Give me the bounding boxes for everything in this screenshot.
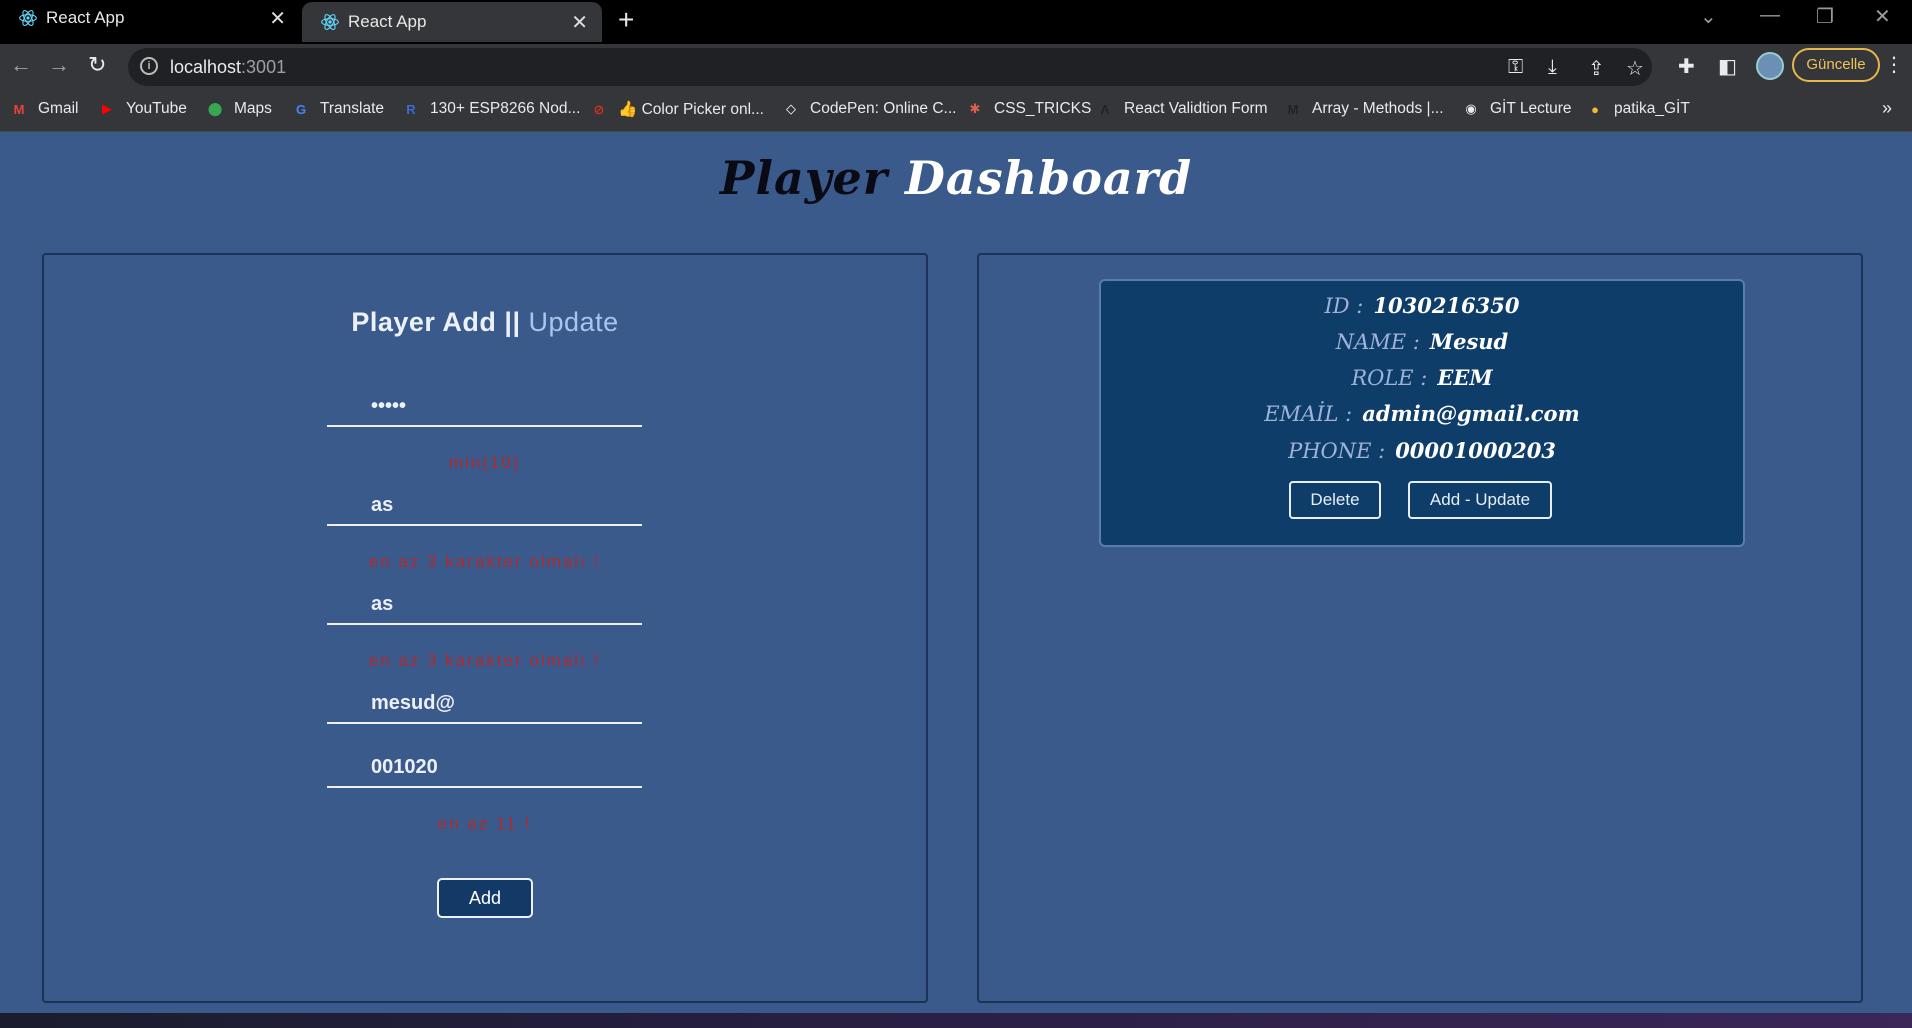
email-field[interactable]: [327, 672, 642, 724]
share-icon[interactable]: ⇪: [1588, 56, 1605, 81]
bookmark-label: YouTube: [126, 100, 187, 117]
player-list-panel: ID :1030216350 NAME : Mesud ROLE : EEM EMA…: [977, 253, 1863, 1003]
bookmark-item[interactable]: ⊘ 👍 Color Picker onl...: [590, 100, 764, 119]
close-icon[interactable]: ✕: [571, 10, 588, 35]
reload-icon[interactable]: ↻: [88, 52, 106, 78]
youtube-icon: ▶: [102, 101, 112, 116]
window-close-icon[interactable]: ✕: [1874, 4, 1891, 29]
bookmark-item[interactable]: ▶ YouTube: [98, 100, 187, 118]
bookmark-item[interactable]: M Gmail: [10, 100, 79, 118]
close-icon[interactable]: ✕: [269, 6, 286, 31]
bookmark-item[interactable]: G Translate: [292, 100, 384, 118]
bookmark-label: Translate: [320, 100, 385, 117]
card-row-id: ID :1030216350: [1324, 293, 1520, 318]
bookmark-item[interactable]: ● patika_GİT: [1586, 100, 1690, 118]
install-icon[interactable]: ⤓: [1548, 56, 1557, 79]
tab-title: React App: [348, 12, 427, 31]
bookmark-label: Maps: [234, 100, 272, 117]
page-title: Player Dashboard: [719, 151, 1193, 205]
phone-error: en az 11 !: [437, 814, 532, 833]
new-tab-plus-icon[interactable]: +: [618, 4, 634, 36]
card-row-role: ROLE : EEM: [1351, 365, 1493, 390]
bookmark-label: 👍 Color Picker onl...: [618, 101, 764, 118]
minimize-icon[interactable]: —: [1760, 4, 1780, 27]
color-picker-icon: ⊘: [593, 101, 605, 117]
menu-kebab-icon[interactable]: ⋮: [1884, 52, 1904, 77]
react-icon: [321, 14, 339, 30]
more-bookmarks-icon[interactable]: »: [1882, 98, 1892, 119]
bookmark-star-icon[interactable]: ☆: [1626, 56, 1644, 81]
tab-react-app-1[interactable]: React App ✕: [0, 0, 300, 36]
id-error: min(10): [448, 453, 521, 472]
bookmark-label: Gmail: [38, 100, 79, 117]
forward-arrow-icon[interactable]: →: [48, 52, 70, 78]
maps-icon: ⬤: [207, 101, 223, 116]
extensions-puzzle-icon[interactable]: ✚: [1678, 54, 1695, 79]
os-taskbar-edge: [0, 1013, 1912, 1028]
name-field[interactable]: [327, 474, 642, 526]
bookmark-label: CodePen: Online C...: [810, 100, 957, 117]
tab-strip: React App ✕ React App ✕ + ⌄ — ❐ ✕: [0, 0, 1912, 44]
player-card: ID :1030216350 NAME : Mesud ROLE : EEM EMA…: [1099, 279, 1745, 547]
bookmark-item[interactable]: ⬤ Maps: [206, 100, 272, 118]
bookmark-item[interactable]: ✱ CSS_TRICKS: [966, 100, 1092, 118]
tab-title: React App: [46, 8, 125, 27]
url-text: localhost:3001: [170, 57, 287, 77]
id-input[interactable]: [327, 375, 642, 425]
role-error: en az 3 karakter olmalı !: [368, 651, 601, 670]
gmail-icon: M: [13, 101, 25, 117]
bookmarks-bar: » M Gmail ▶ YouTube ⬤ Maps G Translate R 130+ ESP…: [0, 88, 1912, 132]
role-input[interactable]: [327, 573, 642, 623]
bookmark-item[interactable]: ◇ CodePen: Online C...: [782, 100, 956, 118]
profile-avatar[interactable]: [1756, 52, 1784, 80]
r-icon: R: [406, 101, 416, 117]
name-input[interactable]: [327, 474, 642, 524]
tab-search-chevron-icon[interactable]: ⌄: [1700, 4, 1717, 29]
player-form-panel: Player Add || Update min(10) en az 3 kar…: [42, 253, 928, 1003]
card-row-phone: PHONE :00001000203: [1288, 438, 1556, 463]
bookmark-label: React Validtion Form: [1124, 100, 1268, 117]
bookmark-item[interactable]: Λ React Validtion Form: [1096, 100, 1268, 118]
globe-icon: ◉: [1465, 101, 1477, 116]
tab-react-app-2[interactable]: React App ✕: [302, 2, 602, 42]
email-input[interactable]: [327, 672, 642, 722]
bookmark-label: CSS_TRICKS: [994, 100, 1092, 117]
react-validation-icon: Λ: [1100, 101, 1110, 117]
bookmark-label: patika_GİT: [1614, 100, 1690, 117]
form-title: Player Add || Update: [351, 307, 619, 337]
site-info-icon[interactable]: i: [140, 57, 158, 75]
bookmark-label: GİT Lecture: [1490, 100, 1572, 117]
delete-button[interactable]: Delete: [1289, 481, 1381, 519]
browser-toolbar: ← → ↻ i localhost:3001 ⚿ ⤓ ⇪ ☆: [0, 44, 1912, 88]
react-icon: [19, 10, 37, 26]
css-tricks-icon: ✱: [969, 101, 981, 116]
app-page: Player Dashboard Player Add || Update mi…: [0, 133, 1912, 1013]
key-icon[interactable]: ⚿: [1508, 56, 1523, 79]
bookmark-label: Array - Methods |...: [1312, 100, 1444, 117]
role-field[interactable]: [327, 573, 642, 625]
bookmark-label: 130+ ESP8266 Nod...: [430, 100, 581, 117]
array-methods-icon: M: [1287, 101, 1299, 117]
phone-field[interactable]: [327, 736, 642, 788]
add-button[interactable]: Add: [437, 878, 533, 918]
codepen-icon: ◇: [786, 101, 796, 116]
patika-icon: ●: [1591, 101, 1599, 117]
back-arrow-icon[interactable]: ←: [10, 52, 32, 78]
address-bar[interactable]: i localhost:3001 ⚿ ⤓ ⇪ ☆: [128, 48, 1652, 86]
phone-input[interactable]: [327, 736, 642, 786]
update-browser-button[interactable]: Güncelle: [1792, 48, 1880, 82]
name-error: en az 3 karakter olmalı !: [368, 552, 601, 571]
id-field[interactable]: [327, 375, 642, 427]
side-panel-icon[interactable]: ◧: [1718, 54, 1737, 79]
bookmark-item[interactable]: M Array - Methods |...: [1284, 100, 1444, 118]
card-row-email: EMAİL : admin@gmail.com: [1264, 401, 1580, 426]
add-update-button[interactable]: Add - Update: [1408, 481, 1552, 519]
restore-icon[interactable]: ❐: [1816, 4, 1834, 29]
bookmark-item[interactable]: R 130+ ESP8266 Nod...: [402, 100, 580, 118]
bookmark-item[interactable]: ◉ GİT Lecture: [1462, 100, 1572, 118]
card-row-name: NAME : Mesud: [1335, 329, 1509, 354]
translate-icon: G: [295, 101, 307, 117]
